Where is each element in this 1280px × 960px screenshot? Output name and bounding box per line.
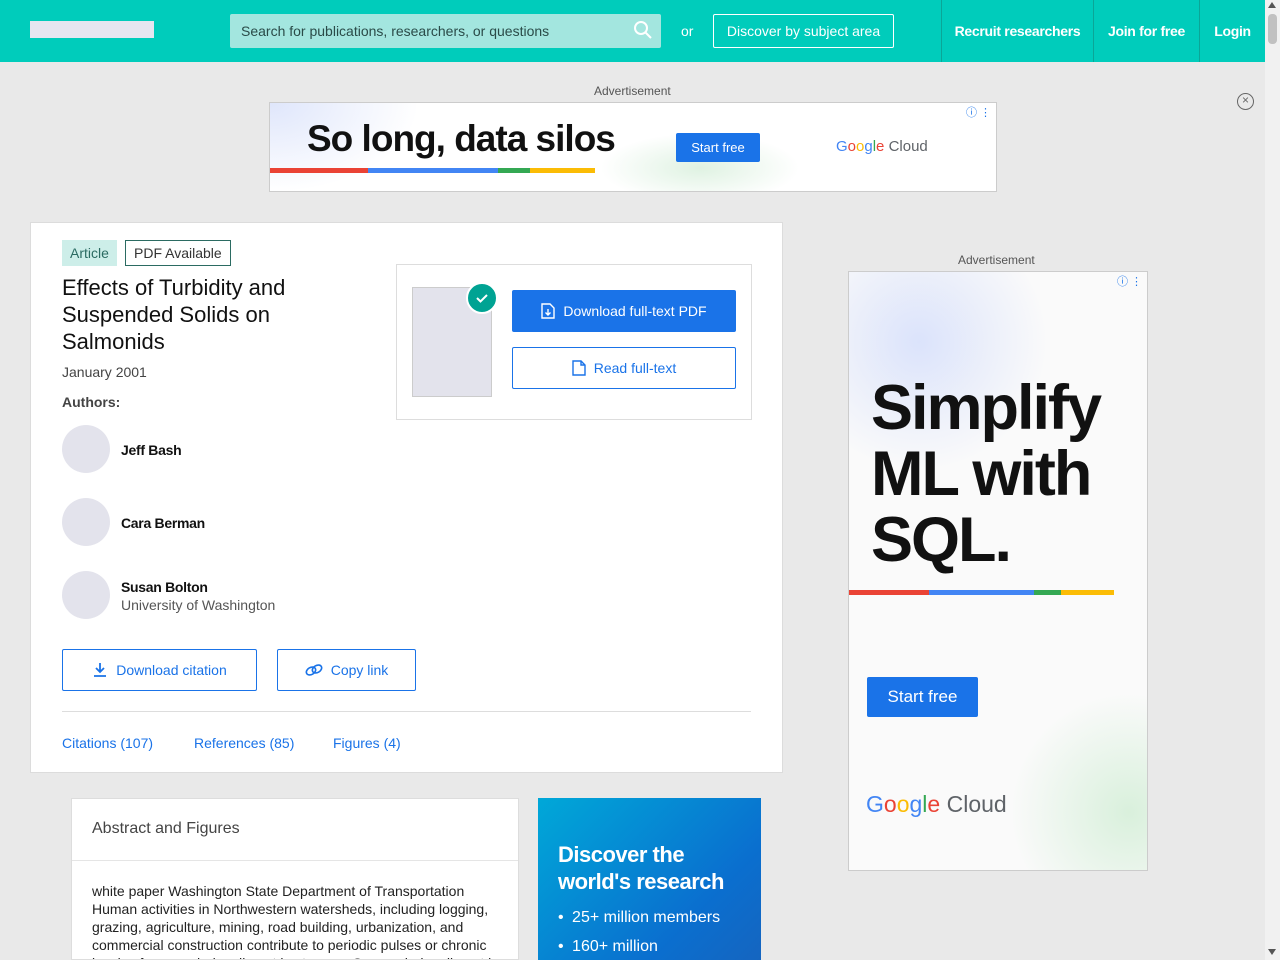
ad-glow [1009, 692, 1147, 870]
side-ad-start-free-button[interactable]: Start free [867, 677, 978, 717]
authors-label: Authors: [62, 394, 121, 410]
article-type-badge: Article [62, 240, 117, 266]
abstract-divider [72, 860, 518, 861]
discover-research-promo[interactable]: Discover the world's research 25+ millio… [538, 798, 761, 960]
author-avatar[interactable] [62, 425, 110, 473]
or-separator: or [681, 23, 694, 39]
author-name[interactable]: Cara Berman [121, 515, 205, 531]
top-banner-ad[interactable]: So long, data silos Start free Google Cl… [269, 102, 997, 192]
google-cloud-logo: Google Cloud [836, 138, 928, 155]
publication-date: January 2001 [62, 364, 147, 380]
recruit-researchers-link[interactable]: Recruit researchers [941, 0, 1093, 62]
copy-link-button[interactable]: Copy link [277, 649, 416, 691]
ad-color-stripe [849, 590, 1114, 595]
download-pdf-label: Download full-text PDF [563, 303, 707, 319]
ad-color-stripe [270, 168, 595, 173]
discover-by-subject-button[interactable]: Discover by subject area [713, 14, 894, 48]
search-icon[interactable] [633, 20, 653, 40]
author-affiliation[interactable]: University of Washington [121, 597, 275, 613]
join-for-free-link[interactable]: Join for free [1093, 0, 1199, 62]
download-full-text-pdf-button[interactable]: Download full-text PDF [512, 290, 736, 332]
top-ad-headline: So long, data silos [307, 118, 616, 159]
search-input[interactable]: Search for publications, researchers, or… [241, 23, 549, 39]
author-avatar[interactable] [62, 498, 110, 546]
author-name[interactable]: Jeff Bash [121, 442, 182, 458]
google-cloud-logo: Google Cloud [866, 791, 1007, 817]
tab-references[interactable]: References (85) [194, 735, 294, 751]
pdf-available-badge: PDF Available [125, 240, 231, 266]
close-ad-icon[interactable]: × [1237, 93, 1254, 110]
promo-list: 25+ million members 160+ million [558, 909, 720, 960]
abstract-heading: Abstract and Figures [92, 820, 240, 837]
abstract-text: white paper Washington State Department … [92, 883, 498, 959]
scroll-down-arrow-icon[interactable] [1268, 949, 1276, 955]
pdf-download-icon [541, 303, 556, 319]
promo-bullet: 25+ million members [558, 909, 720, 927]
checkmark-icon [466, 282, 498, 314]
login-link[interactable]: Login [1199, 0, 1265, 62]
site-logo[interactable] [30, 21, 154, 38]
link-icon [305, 664, 323, 676]
side-ad-headline: Simplify ML with SQL. [871, 373, 1102, 575]
ad-info-icon[interactable]: ⓘ ⋮ [1117, 273, 1142, 289]
side-ad-label: Advertisement [958, 253, 1035, 267]
download-citation-label: Download citation [116, 662, 227, 678]
download-icon [94, 663, 107, 677]
ad-info-icon[interactable]: ⓘ ⋮ [966, 104, 991, 120]
article-title: Effects of Turbidity and Suspended Solid… [62, 275, 286, 354]
top-ad-start-free-button[interactable]: Start free [676, 133, 760, 162]
full-text-box: Download full-text PDF Read full-text [396, 264, 752, 420]
read-full-text-button[interactable]: Read full-text [512, 347, 736, 389]
author-name[interactable]: Susan Bolton [121, 579, 208, 595]
download-citation-button[interactable]: Download citation [62, 649, 257, 691]
top-ad-label: Advertisement [594, 84, 671, 98]
tab-citations[interactable]: Citations (107) [62, 735, 153, 751]
article-card: Article PDF Available Effects of Turbidi… [30, 222, 783, 773]
promo-bullet: 160+ million [558, 938, 720, 956]
read-full-text-label: Read full-text [593, 360, 677, 376]
side-banner-ad[interactable]: Simplify ML with SQL. Start free Google … [848, 271, 1148, 871]
document-icon [572, 360, 586, 376]
author-avatar[interactable] [62, 571, 110, 619]
scroll-thumb[interactable] [1268, 14, 1277, 44]
abstract-card: Abstract and Figures white paper Washing… [71, 798, 519, 960]
top-navigation-bar: Search for publications, researchers, or… [0, 0, 1265, 62]
search-box[interactable]: Search for publications, researchers, or… [230, 14, 661, 48]
tab-figures[interactable]: Figures (4) [333, 735, 401, 751]
promo-heading: Discover the world's research [558, 842, 724, 894]
scroll-up-arrow-icon[interactable] [1268, 2, 1276, 8]
copy-link-label: Copy link [330, 662, 389, 678]
section-divider [62, 711, 751, 712]
vertical-scrollbar[interactable] [1265, 0, 1280, 960]
